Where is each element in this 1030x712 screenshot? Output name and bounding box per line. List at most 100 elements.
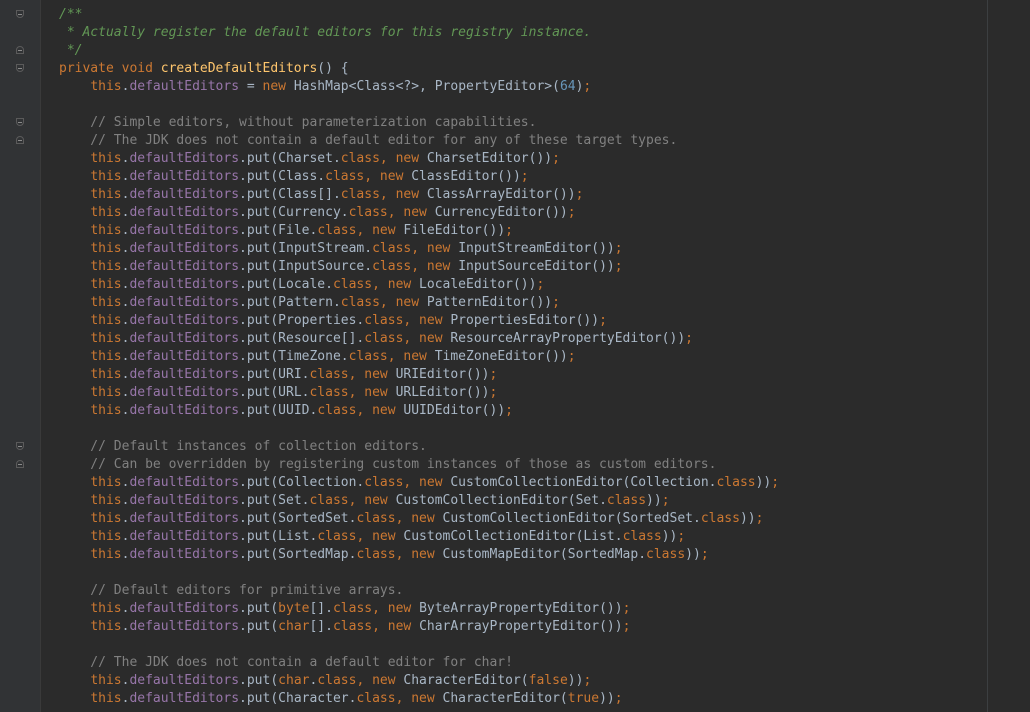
code-line[interactable]: this.defaultEditors.put(File.class, new … <box>0 222 1030 240</box>
code-line[interactable]: this.defaultEditors.put(Set.class, new C… <box>0 492 1030 510</box>
code-token: this <box>90 205 122 220</box>
code-token: char <box>278 619 310 634</box>
code-line[interactable]: // The JDK does not contain a default ed… <box>0 132 1030 150</box>
code-line[interactable]: this.defaultEditors.put(char.class, new … <box>0 672 1030 690</box>
code-line[interactable]: this.defaultEditors.put(InputStream.clas… <box>0 240 1030 258</box>
fold-end-icon[interactable] <box>16 460 24 468</box>
code-token: .put(Locale. <box>239 277 333 292</box>
code-line[interactable]: this.defaultEditors.put(Charset.class, n… <box>0 150 1030 168</box>
code-text: this.defaultEditors = new HashMap<Class<… <box>59 78 591 96</box>
code-text: this.defaultEditors.put(File.class, new … <box>59 222 513 240</box>
code-token: defaultEditors <box>129 475 240 490</box>
code-token: this <box>90 403 122 418</box>
code-token: class, new <box>332 277 420 292</box>
code-line[interactable]: this.defaultEditors.put(Class.class, new… <box>0 168 1030 186</box>
code-token: createDefaultEditors <box>160 61 318 76</box>
code-token: []. <box>309 601 333 616</box>
code-token: ; <box>614 241 623 256</box>
code-line[interactable]: this.defaultEditors.put(UUID.class, new … <box>0 402 1030 420</box>
code-token: class, new <box>317 403 404 418</box>
code-line[interactable]: */ <box>0 42 1030 60</box>
code-line[interactable]: this.defaultEditors.put(Resource[].class… <box>0 330 1030 348</box>
fold-collapse-icon[interactable] <box>16 10 24 18</box>
code-line[interactable]: this.defaultEditors.put(char[].class, ne… <box>0 618 1030 636</box>
code-token: // Default instances of collection edito… <box>59 439 427 454</box>
code-text: this.defaultEditors.put(Locale.class, ne… <box>59 276 544 294</box>
code-token: () { <box>317 61 349 76</box>
code-token: this <box>90 367 122 382</box>
code-line[interactable]: private void createDefaultEditors() { <box>0 60 1030 78</box>
code-token: this <box>90 295 122 310</box>
code-token: CharArrayPropertyEditor()) <box>419 619 623 634</box>
code-line[interactable]: this.defaultEditors.put(List.class, new … <box>0 528 1030 546</box>
code-line[interactable]: this.defaultEditors.put(Class[].class, n… <box>0 186 1030 204</box>
code-line[interactable]: this.defaultEditors.put(Currency.class, … <box>0 204 1030 222</box>
code-line[interactable]: this.defaultEditors.put(SortedSet.class,… <box>0 510 1030 528</box>
code-line[interactable] <box>0 636 1030 654</box>
code-line[interactable]: this.defaultEditors.put(URI.class, new U… <box>0 366 1030 384</box>
code-token: class, new <box>372 241 459 256</box>
code-line[interactable] <box>0 420 1030 438</box>
code-token: defaultEditors <box>129 223 240 238</box>
code-token: defaultEditors <box>129 601 240 616</box>
code-token: .put(SortedSet. <box>239 511 357 526</box>
code-token: .put(URL. <box>239 385 310 400</box>
code-line[interactable] <box>0 564 1030 582</box>
code-token: class <box>622 529 662 544</box>
code-token: ; <box>583 79 592 94</box>
code-token: ; <box>575 187 584 202</box>
code-line[interactable]: this.defaultEditors.put(SortedMap.class,… <box>0 546 1030 564</box>
code-token: CustomCollectionEditor(SortedSet. <box>442 511 701 526</box>
fold-collapse-icon[interactable] <box>16 64 24 72</box>
code-token: defaultEditors <box>129 313 240 328</box>
fold-collapse-icon[interactable] <box>16 118 24 126</box>
code-token: )) <box>661 529 678 544</box>
code-editor[interactable]: /** * Actually register the default edit… <box>0 6 1030 712</box>
code-token: this <box>90 223 122 238</box>
fold-end-icon[interactable] <box>16 46 24 54</box>
code-text: this.defaultEditors.put(UUID.class, new … <box>59 402 513 420</box>
code-line[interactable]: this.defaultEditors = new HashMap<Class<… <box>0 78 1030 96</box>
code-token: this <box>90 349 122 364</box>
code-token: defaultEditors <box>129 493 240 508</box>
code-token: .put(SortedMap. <box>239 547 357 562</box>
code-token: class, new <box>348 349 435 364</box>
code-token: .put(Currency. <box>239 205 349 220</box>
code-token: ; <box>622 601 631 616</box>
code-token: this <box>90 601 122 616</box>
code-line[interactable]: this.defaultEditors.put(Character.class,… <box>0 690 1030 708</box>
code-line[interactable]: this.defaultEditors.put(Pattern.class, n… <box>0 294 1030 312</box>
code-token: class, new <box>348 205 435 220</box>
code-line[interactable]: // Default instances of collection edito… <box>0 438 1030 456</box>
code-line[interactable]: * Actually register the default editors … <box>0 24 1030 42</box>
code-text: // Simple editors, without parameterizat… <box>59 114 536 132</box>
code-token: defaultEditors <box>129 547 240 562</box>
code-line[interactable]: // Default editors for primitive arrays. <box>0 582 1030 600</box>
code-line[interactable]: // Can be overridden by registering cust… <box>0 456 1030 474</box>
code-token: TimeZoneEditor()) <box>434 349 568 364</box>
fold-end-icon[interactable] <box>16 136 24 144</box>
code-token: ; <box>622 619 631 634</box>
code-line[interactable]: // The JDK does not contain a default ed… <box>0 654 1030 672</box>
code-line[interactable]: /** <box>0 6 1030 24</box>
code-token: .put( <box>239 673 279 688</box>
code-token: this <box>90 511 122 526</box>
code-line[interactable]: this.defaultEditors.put(TimeZone.class, … <box>0 348 1030 366</box>
code-line[interactable] <box>0 96 1030 114</box>
code-token: ; <box>685 331 693 346</box>
code-token: defaultEditors <box>129 295 240 310</box>
code-line[interactable]: this.defaultEditors.put(URL.class, new U… <box>0 384 1030 402</box>
fold-collapse-icon[interactable] <box>16 442 24 450</box>
code-line[interactable]: this.defaultEditors.put(InputSource.clas… <box>0 258 1030 276</box>
code-line[interactable]: this.defaultEditors.put(byte[].class, ne… <box>0 600 1030 618</box>
code-line[interactable]: // Simple editors, without parameterizat… <box>0 114 1030 132</box>
code-line[interactable]: this.defaultEditors.put(Collection.class… <box>0 474 1030 492</box>
code-line[interactable]: this.defaultEditors.put(Locale.class, ne… <box>0 276 1030 294</box>
code-line[interactable]: this.defaultEditors.put(Properties.class… <box>0 312 1030 330</box>
